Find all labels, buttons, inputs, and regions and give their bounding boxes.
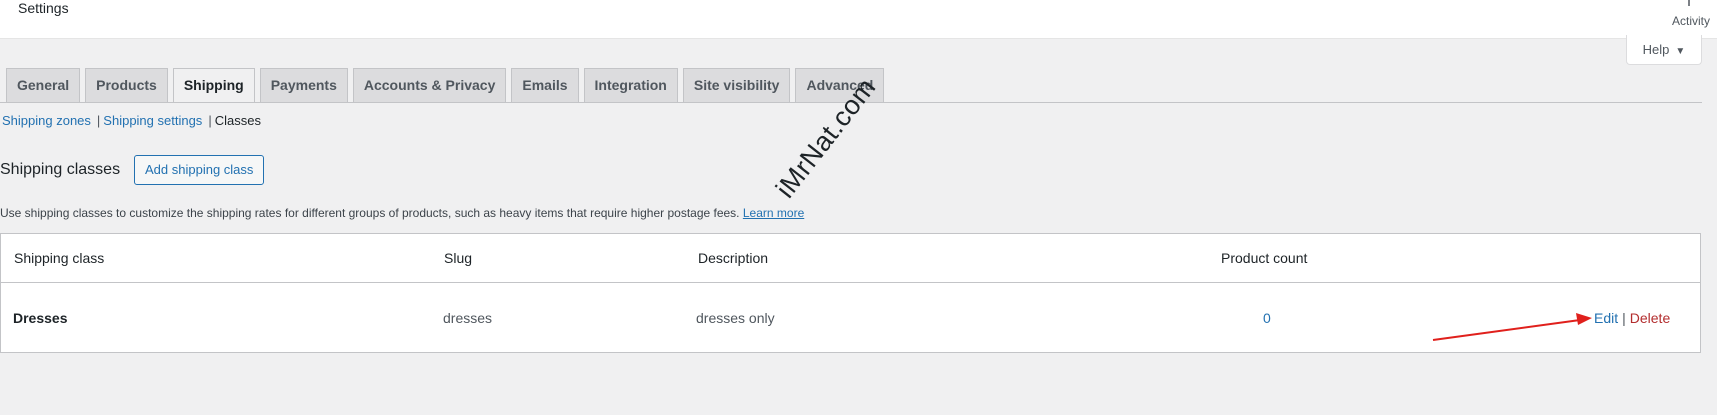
column-header-shipping-class[interactable]: Shipping class <box>14 250 104 266</box>
row-product-count-link[interactable]: 0 <box>1263 310 1271 326</box>
edit-link[interactable]: Edit <box>1594 310 1618 326</box>
row-description: dresses only <box>696 310 775 326</box>
top-bar: Settings Activity <box>0 0 1717 39</box>
subnav-shipping-settings[interactable]: Shipping settings <box>103 113 202 128</box>
page-title: Settings <box>18 0 69 16</box>
caret-down-icon: ▼ <box>1675 46 1686 57</box>
column-header-slug[interactable]: Slug <box>444 250 472 266</box>
description-text: Use shipping classes to customize the sh… <box>0 206 740 220</box>
tab-site-visibility[interactable]: Site visibility <box>682 68 791 102</box>
shipping-classes-table: Shipping class Slug Description Product … <box>0 233 1701 353</box>
add-shipping-class-button[interactable]: Add shipping class <box>134 155 265 185</box>
subnav-separator: | <box>208 113 212 128</box>
subnav-shipping-zones[interactable]: Shipping zones <box>2 113 91 128</box>
subnav-separator: | <box>96 113 101 128</box>
table-header: Shipping class Slug Description Product … <box>1 234 1700 283</box>
section-description: Use shipping classes to customize the sh… <box>0 206 804 220</box>
section-heading: Shipping classes <box>0 161 121 178</box>
column-header-product-count[interactable]: Product count <box>1221 250 1307 266</box>
row-shipping-class-name: Dresses <box>13 310 68 326</box>
action-separator: | <box>1622 310 1626 326</box>
settings-tabs: General Products Shipping Payments Accou… <box>6 68 889 103</box>
tab-payments[interactable]: Payments <box>259 68 348 102</box>
row-actions: Edit | Delete <box>1594 310 1670 326</box>
tab-shipping[interactable]: Shipping <box>172 68 255 103</box>
flag-icon <box>1688 0 1690 6</box>
learn-more-link[interactable]: Learn more <box>743 206 804 220</box>
tab-products[interactable]: Products <box>85 68 168 102</box>
activity-button[interactable]: Activity <box>1665 0 1717 38</box>
tab-emails[interactable]: Emails <box>511 68 579 102</box>
tab-integration[interactable]: Integration <box>583 68 678 102</box>
activity-label: Activity <box>1671 14 1710 28</box>
row-slug: dresses <box>443 310 493 326</box>
help-button[interactable]: Help ▼ <box>1626 35 1702 65</box>
column-header-description[interactable]: Description <box>698 250 768 266</box>
help-label: Help <box>1642 42 1670 57</box>
subnav-classes: Classes <box>214 113 261 128</box>
tab-accounts-privacy[interactable]: Accounts & Privacy <box>352 68 507 102</box>
delete-link[interactable]: Delete <box>1630 310 1670 326</box>
shipping-subnav: Shipping zones | Shipping settings | Classes <box>2 113 261 129</box>
tab-general[interactable]: General <box>6 68 81 102</box>
